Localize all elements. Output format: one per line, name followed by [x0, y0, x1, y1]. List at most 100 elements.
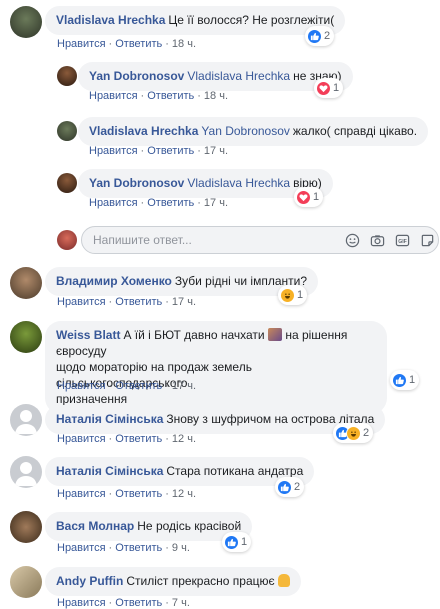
comment-bubble: Vladislava Hrechka Yan Dobronosov жалко( с…	[78, 117, 429, 146]
comment-actions: Нравится · Ответить · 17 ч.	[89, 145, 229, 157]
mention[interactable]: Yan Dobronosov	[201, 124, 290, 138]
comment-author[interactable]: Владимир Хоменко	[56, 274, 172, 288]
comment-author[interactable]: Andy Puffin	[56, 574, 123, 588]
like-reaction-icon	[277, 479, 292, 495]
comment-timestamp[interactable]: 17 ч.	[172, 296, 196, 308]
avatar[interactable]	[10, 511, 42, 543]
comment-actions: Нравится · Ответить · 9 ч.	[57, 542, 190, 554]
like-link[interactable]: Нравится	[57, 542, 106, 554]
default-avatar-icon	[15, 410, 37, 434]
comment-author[interactable]: Наталія Сімінська	[56, 464, 163, 478]
like-link[interactable]: Нравится	[57, 488, 106, 500]
reaction-count: 1	[409, 374, 416, 386]
comment-bubble: Владимир Хоменко Зуби рідні чи імпланти?	[45, 267, 319, 296]
comment-actions: Нравится · Ответить · 18 ч.	[57, 38, 197, 50]
reply-link[interactable]: Ответить	[147, 90, 194, 102]
reply-placeholder: Напишите ответ...	[93, 233, 192, 247]
comment-timestamp[interactable]: 12 ч.	[172, 433, 196, 445]
comment-author[interactable]: Наталія Сімінська	[56, 412, 163, 426]
reaction-count: 1	[297, 289, 304, 301]
avatar[interactable]	[57, 121, 77, 141]
comment-author[interactable]: Vladislava Hrechka	[56, 13, 165, 27]
reply-link[interactable]: Ответить	[115, 433, 162, 445]
comment-timestamp[interactable]: 12 ч.	[172, 488, 196, 500]
comment-actions: Нравится · Ответить · 18 ч.	[89, 90, 229, 102]
love-reaction-icon	[316, 80, 331, 96]
comment-timestamp[interactable]: 9 ч.	[172, 542, 190, 554]
comment-text: жалко( справді цікаво.	[292, 124, 418, 138]
comment-timestamp[interactable]: 18 ч.	[172, 38, 196, 50]
reaction-summary[interactable]: 1	[222, 532, 252, 552]
comment-author[interactable]: Vladislava Hrechka	[89, 124, 198, 138]
reaction-summary[interactable]: 1	[390, 370, 420, 390]
comment-author[interactable]: Вася Молнар	[56, 519, 134, 533]
haha-reaction-icon	[280, 287, 295, 303]
camera-icon[interactable]	[368, 231, 386, 249]
avatar[interactable]	[10, 404, 42, 436]
haha-reaction-icon	[346, 425, 361, 441]
like-link[interactable]: Нравится	[89, 145, 138, 157]
like-reaction-icon	[307, 28, 322, 44]
comment-actions: Нравится · Ответить · 12 ч.	[57, 488, 197, 500]
comment-timestamp[interactable]: 17 ч.	[204, 197, 228, 209]
avatar[interactable]	[10, 6, 42, 38]
reaction-summary[interactable]: 2	[333, 423, 374, 443]
avatar[interactable]	[57, 66, 77, 86]
comment-text: Не родісь красівой	[137, 519, 242, 533]
reply-input[interactable]: Напишите ответ... GIF	[81, 226, 439, 254]
like-link[interactable]: Нравится	[89, 197, 138, 209]
avatar[interactable]	[10, 321, 42, 353]
like-link[interactable]: Нравится	[89, 90, 138, 102]
comment-bubble: Наталія Сімінська Стара потикана андатра	[45, 457, 315, 486]
reaction-summary[interactable]: 1	[294, 187, 324, 207]
reaction-count: 2	[294, 481, 301, 493]
comment-author[interactable]: Yan Dobronosov	[89, 176, 184, 190]
comment-timestamp[interactable]: 17 ч.	[204, 145, 228, 157]
like-link[interactable]: Нравится	[57, 597, 106, 609]
default-avatar-icon	[15, 462, 37, 486]
comment-author[interactable]: Weiss Blatt	[56, 328, 120, 342]
reply-link[interactable]: Ответить	[115, 296, 162, 308]
avatar[interactable]	[10, 267, 42, 299]
comment-actions: Нравится · Ответить · 17 ч.	[57, 380, 197, 392]
reaction-summary[interactable]: 1	[314, 78, 344, 98]
comment-text: призначення	[56, 392, 128, 406]
current-user-avatar	[57, 230, 77, 250]
comment-author[interactable]: Yan Dobronosov	[89, 69, 184, 83]
gif-icon[interactable]: GIF	[393, 231, 411, 249]
mention[interactable]: Vladislava Hrechka	[187, 69, 290, 83]
reply-link[interactable]: Ответить	[115, 38, 162, 50]
comment-text: Стиліст прекрасно працює	[126, 574, 275, 588]
comment-timestamp[interactable]: 18 ч.	[204, 90, 228, 102]
reaction-summary[interactable]: 2	[275, 477, 305, 497]
emoji-icon[interactable]	[343, 231, 361, 249]
mention[interactable]: Vladislava Hrechka	[187, 176, 290, 190]
reaction-summary[interactable]: 1	[278, 285, 308, 305]
comment-actions: Нравится · Ответить · 17 ч.	[89, 197, 229, 209]
reply-link[interactable]: Ответить	[115, 597, 162, 609]
reply-link[interactable]: Ответить	[147, 197, 194, 209]
reply-link[interactable]: Ответить	[115, 542, 162, 554]
comment-timestamp[interactable]: 7 ч.	[172, 597, 190, 609]
reaction-count: 1	[333, 82, 340, 94]
reaction-summary[interactable]: 2	[305, 26, 335, 46]
avatar[interactable]	[10, 456, 42, 488]
like-link[interactable]: Нравится	[57, 433, 106, 445]
reply-link[interactable]: Ответить	[115, 380, 162, 392]
like-link[interactable]: Нравится	[57, 296, 106, 308]
reply-link[interactable]: Ответить	[115, 488, 162, 500]
like-link[interactable]: Нравится	[57, 380, 106, 392]
svg-text:GIF: GIF	[398, 238, 407, 244]
comment-bubble: Вася Молнар Не родісь красівой	[45, 512, 253, 541]
like-reaction-icon	[224, 534, 239, 550]
like-link[interactable]: Нравится	[57, 38, 106, 50]
avatar[interactable]	[57, 173, 77, 193]
reply-link[interactable]: Ответить	[147, 145, 194, 157]
like-reaction-icon	[392, 372, 407, 388]
reaction-count: 1	[313, 191, 320, 203]
comment-actions: Нравится · Ответить · 12 ч.	[57, 433, 197, 445]
emoji-icon	[267, 328, 282, 341]
avatar[interactable]	[10, 566, 42, 598]
comment-timestamp[interactable]: 17 ч.	[172, 380, 196, 392]
sticker-icon[interactable]	[418, 231, 436, 249]
